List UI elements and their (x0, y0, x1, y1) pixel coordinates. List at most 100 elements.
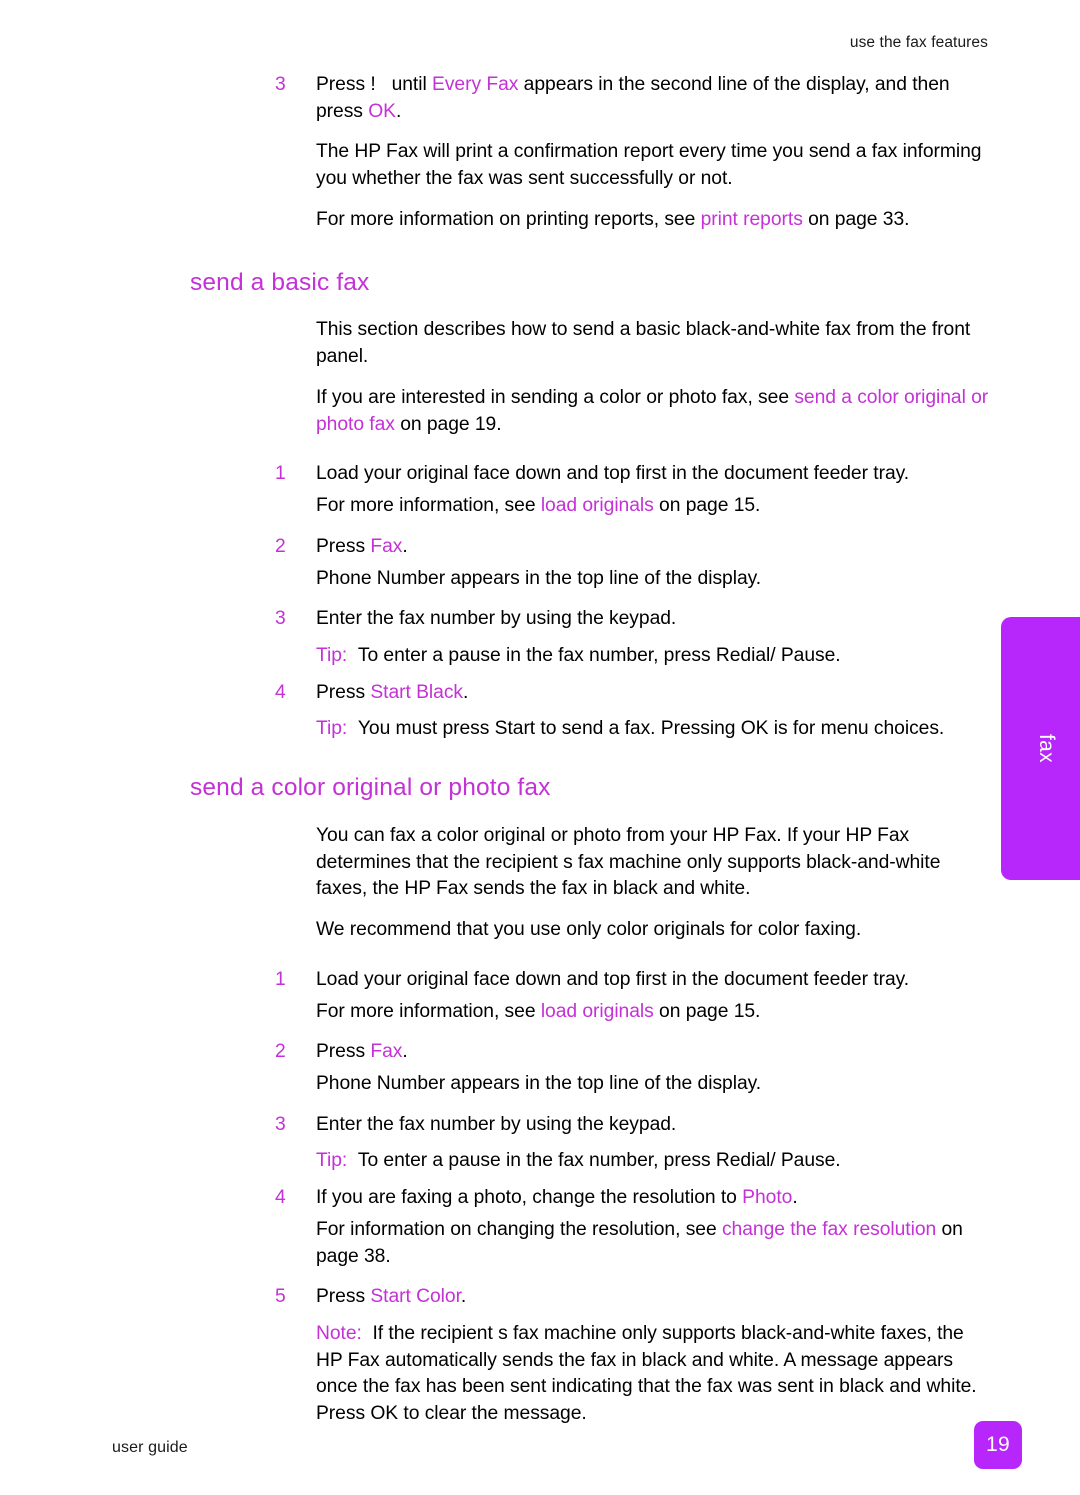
step-text-after: . (792, 1187, 798, 1209)
step-number: 4 (275, 1187, 286, 1209)
ui-term-fax-button: Fax (370, 535, 403, 557)
list-item: 3 Press ! until Every Fax appears in the… (190, 72, 990, 125)
step-continuation: For more information, see load originals… (190, 493, 990, 520)
tip-label: Tip: (316, 718, 348, 740)
tip-text: You must press Start to send a fax. Pres… (357, 718, 945, 740)
step-number: 5 (275, 1286, 286, 1308)
cont-after: on page 15. (653, 1000, 761, 1022)
list-item: 3 Enter the fax number by using the keyp… (190, 606, 990, 633)
ui-term-every-fax: Every Fax (432, 74, 519, 95)
step-text-part-2: until (391, 74, 427, 95)
list-item: 5 Press Start Color. (190, 1284, 990, 1311)
note-label: Note: (316, 1323, 362, 1345)
list-item: 2 Press Fax. (190, 534, 990, 561)
step-text: Enter the fax number by using the keypad… (316, 1113, 677, 1135)
step-continuation: Phone Number appears in the top line of … (316, 1073, 762, 1094)
step-number: 1 (275, 968, 286, 990)
step-text: Enter the fax number by using the keypad… (316, 608, 677, 630)
cont-before: For more information, see (316, 495, 541, 517)
ui-term-ok: OK (368, 100, 396, 122)
paragraph-basic-crossref: If you are interested in sending a color… (190, 385, 990, 438)
thumb-tab-label: fax (1035, 734, 1058, 763)
step-continuation: For information on changing the resoluti… (190, 1217, 990, 1270)
step-number: 2 (275, 1041, 286, 1063)
step-text: Press Start Black. (316, 682, 468, 703)
step-text: Press Start Color. (316, 1286, 466, 1307)
step-number: 3 (275, 1113, 286, 1135)
list-item: 1 Load your original face down and top f… (190, 967, 990, 994)
tip-callout: Tip: You must press Start to send a fax. … (190, 716, 990, 743)
ref-before: For more information on printing reports… (316, 208, 701, 230)
section-heading-send-a-color-original-or-photo-fax: send a color original or photo fax (190, 774, 551, 802)
paragraph-color-intro-2: We recommend that you use only color ori… (316, 919, 862, 941)
ui-term-start-black-button: Start Black (370, 681, 464, 703)
cont-before: For more information, see (316, 1000, 541, 1022)
tip-text: To enter a pause in the fax number, pres… (357, 1150, 841, 1172)
step-number: 2 (275, 535, 286, 557)
tip-label: Tip: (316, 1150, 348, 1172)
step-text-part-4: . (395, 100, 402, 122)
step-text-before: If you are faxing a photo, change the re… (316, 1187, 743, 1209)
step-number: 3 (275, 608, 286, 630)
step-text-before: Press (316, 1041, 371, 1063)
crossref-after: on page 19. (394, 413, 502, 435)
crossref-before: If you are interested in sending a color… (316, 386, 795, 408)
paragraph-basic-intro: This section describes how to send a bas… (316, 319, 971, 368)
running-header: use the fax features (849, 34, 988, 51)
step-text-part-1: Press ! (316, 74, 376, 95)
list-item: 2 Press Fax. (190, 1039, 990, 1066)
step-number: 3 (275, 74, 286, 95)
tip-callout: Tip: To enter a pause in the fax number, … (190, 643, 990, 670)
page-number-badge: 19 (974, 1421, 1022, 1469)
step-number: 1 (275, 463, 286, 485)
tip-text: To enter a pause in the fax number, pres… (357, 644, 841, 666)
step-text: Press ! until Every Fax appears in the s… (316, 74, 950, 122)
list-item: 3 Enter the fax number by using the keyp… (190, 1112, 990, 1139)
cont-after: on page 15. (653, 495, 761, 517)
step-text-before: Press (316, 535, 371, 557)
ui-term-fax-button: Fax (370, 1041, 403, 1063)
cont-before: For information on changing the resoluti… (316, 1218, 722, 1240)
list-item: 4 If you are faxing a photo, change the … (190, 1185, 990, 1212)
step-text-before: Press (316, 681, 371, 703)
footer-document-title: user guide (112, 1439, 188, 1456)
link-print-reports[interactable]: print reports (701, 209, 803, 230)
ui-term-start-color-button: Start Color (370, 1286, 461, 1308)
step-continuation: For more information, see load originals… (190, 999, 990, 1026)
note-text: If the recipient s fax machine only supp… (316, 1323, 977, 1425)
step-text: Press Fax. (316, 536, 408, 557)
step-text: Press Fax. (316, 1041, 408, 1062)
step-number: 4 (275, 681, 286, 703)
paragraph-confirmation-report: The HP Fax will print a confirmation rep… (316, 141, 982, 190)
ui-term-photo-setting: Photo (742, 1187, 793, 1209)
step-text-after: . (460, 1286, 467, 1308)
link-load-originals[interactable]: load originals (541, 1001, 654, 1022)
section-heading-send-a-basic-fax: send a basic fax (190, 268, 370, 296)
link-load-originals[interactable]: load originals (541, 495, 654, 516)
step-text-after: . (402, 535, 408, 557)
section-thumb-tab-fax: fax (1001, 617, 1080, 880)
step-text-before: Press (316, 1286, 371, 1308)
tip-label: Tip: (316, 644, 348, 666)
step-text: If you are faxing a photo, change the re… (316, 1187, 798, 1208)
list-item: 1 Load your original face down and top f… (190, 461, 990, 488)
paragraph-color-intro-1: You can fax a color original or photo fr… (316, 824, 941, 900)
step-text: Load your original face down and top fir… (316, 968, 910, 990)
paragraph-print-reports-ref: For more information on printing reports… (190, 207, 990, 234)
link-change-the-fax-resolution[interactable]: change the fax resolution (722, 1219, 936, 1240)
step-text-after: . (463, 681, 469, 703)
step-text-after: . (402, 1041, 408, 1063)
step-text: Load your original face down and top fir… (316, 463, 910, 485)
page-content: 3 Press ! until Every Fax appears in the… (190, 72, 990, 1438)
step-continuation: Phone Number appears in the top line of … (316, 567, 762, 589)
document-page: use the fax features 3 Press ! until Eve… (0, 0, 1080, 1495)
tip-callout: Tip: To enter a pause in the fax number, … (190, 1148, 990, 1175)
